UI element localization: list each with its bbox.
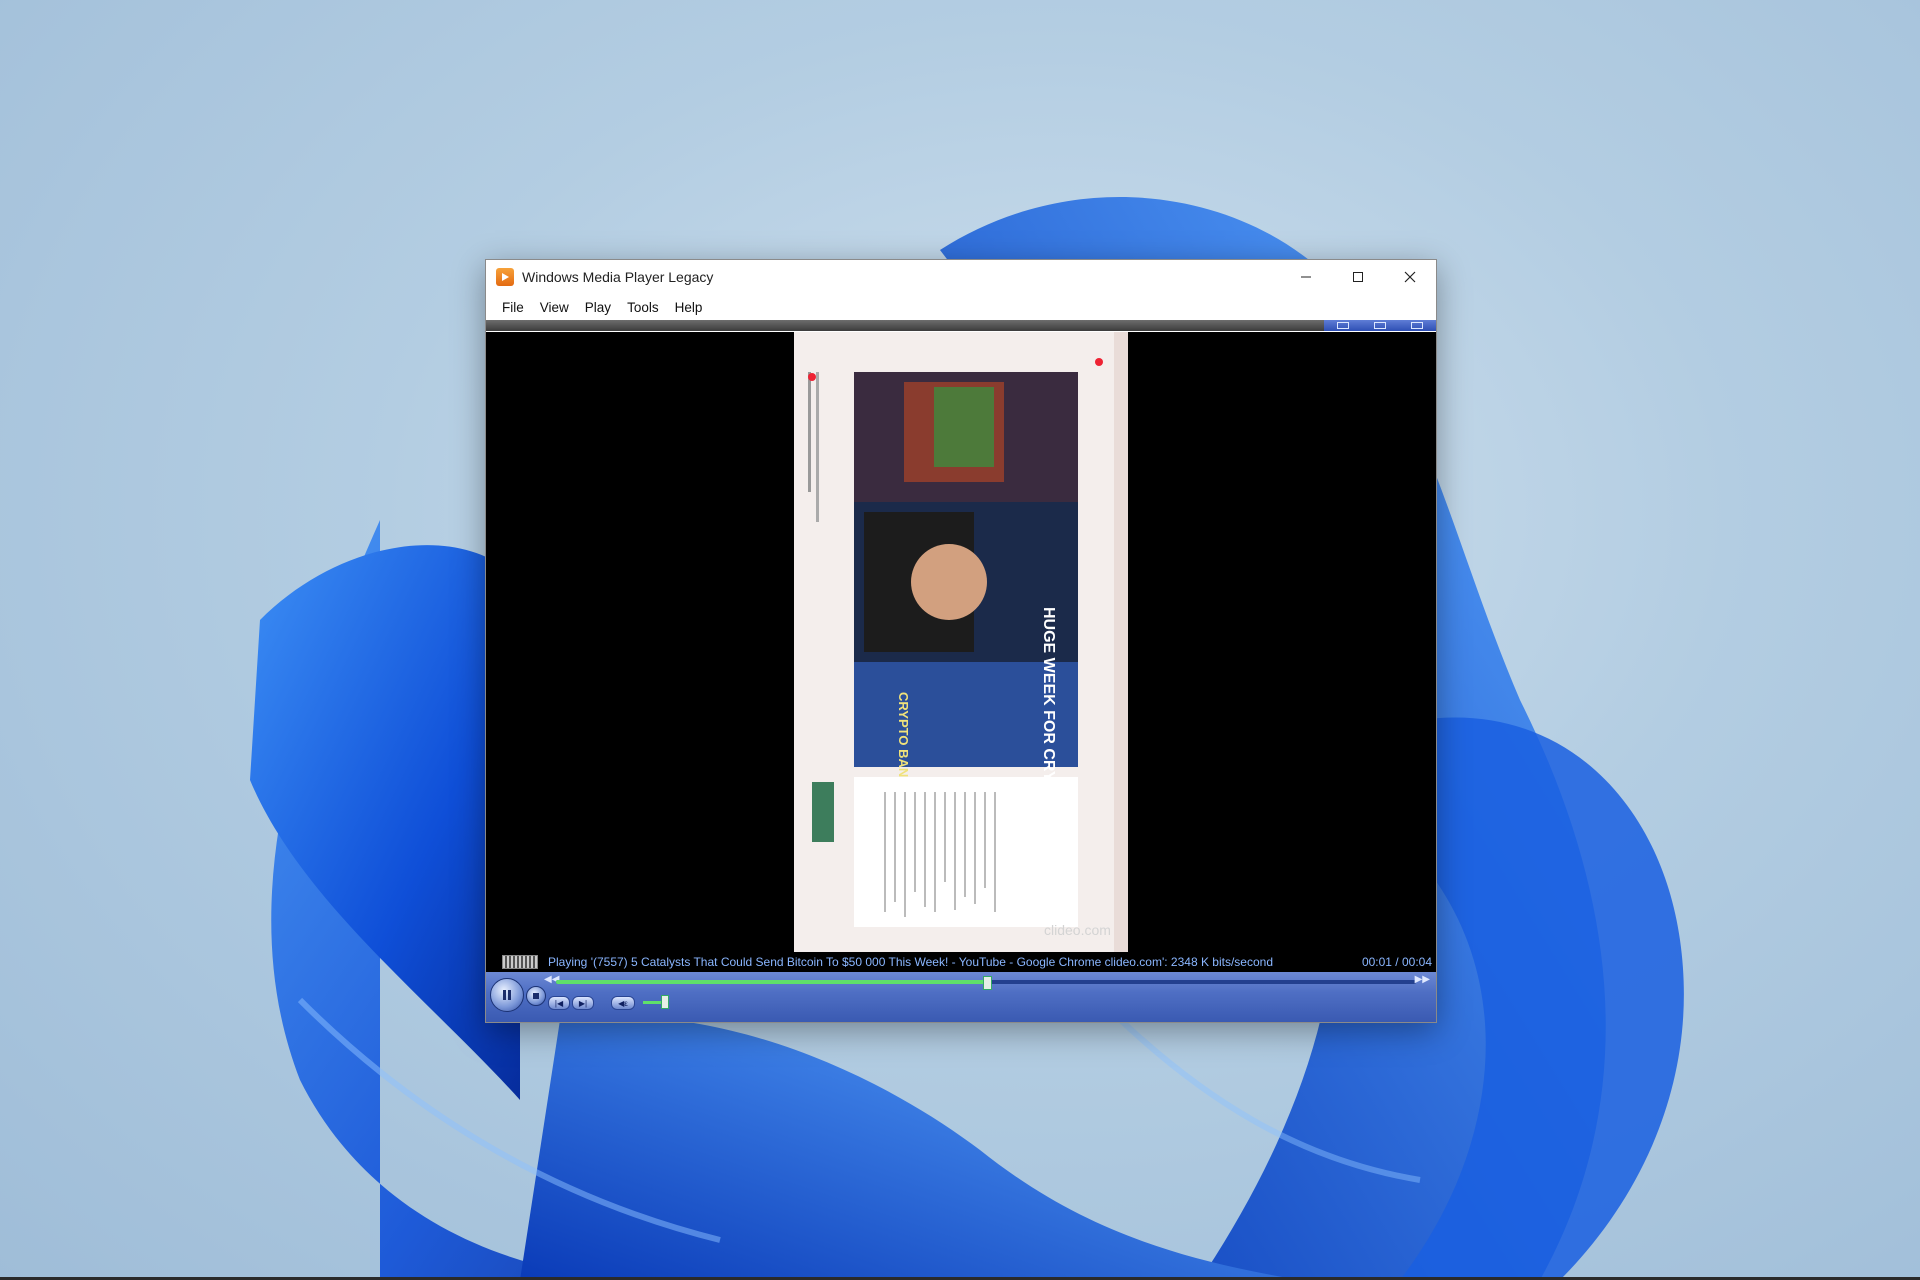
watermark-text: clideo.com bbox=[1044, 922, 1111, 938]
close-icon bbox=[1404, 271, 1416, 283]
speaker-icon: ◀ε bbox=[618, 998, 628, 1008]
full-mode-button[interactable] bbox=[1411, 322, 1424, 329]
volume-slider-thumb[interactable] bbox=[661, 995, 669, 1009]
fast-forward-icon[interactable]: ▶▶ bbox=[1415, 974, 1430, 985]
maximize-button[interactable] bbox=[1332, 260, 1384, 294]
menu-tools[interactable]: Tools bbox=[619, 300, 667, 315]
pause-button[interactable] bbox=[490, 978, 524, 1012]
next-button[interactable]: ▶| bbox=[572, 996, 594, 1010]
toolbar-strip bbox=[486, 320, 1436, 331]
now-playing-text: Playing '(7557) 5 Catalysts That Could S… bbox=[548, 955, 1273, 969]
compact-mode-button[interactable] bbox=[1336, 322, 1349, 329]
skin-mode-button[interactable] bbox=[1373, 322, 1386, 329]
menu-view[interactable]: View bbox=[532, 300, 577, 315]
next-icon: ▶| bbox=[578, 998, 588, 1008]
video-frame: HUGE WEEK FOR CRYPTO! CRYPTO BANTER clid… bbox=[794, 332, 1128, 952]
previous-button[interactable]: |◀ bbox=[548, 996, 570, 1010]
menu-bar: File View Play Tools Help bbox=[486, 294, 1436, 320]
menu-help[interactable]: Help bbox=[667, 300, 711, 315]
media-player-icon bbox=[496, 268, 514, 286]
mode-buttons bbox=[1324, 320, 1436, 331]
seek-fill bbox=[556, 980, 986, 984]
minimize-button[interactable] bbox=[1280, 260, 1332, 294]
transport-controls: ◀◀ ▶▶ |◀ ▶| ◀ε bbox=[486, 972, 1436, 1022]
stop-button[interactable] bbox=[526, 986, 546, 1006]
seek-thumb[interactable] bbox=[983, 976, 992, 990]
stop-icon bbox=[533, 993, 539, 999]
title-bar[interactable]: Windows Media Player Legacy bbox=[486, 260, 1436, 294]
time-display: 00:01 / 00:04 bbox=[1361, 955, 1432, 969]
volume-fill bbox=[643, 1001, 661, 1004]
menu-play[interactable]: Play bbox=[577, 300, 619, 315]
mute-button[interactable]: ◀ε bbox=[611, 996, 635, 1010]
status-bar: Playing '(7557) 5 Catalysts That Could S… bbox=[486, 952, 1436, 972]
seek-bar[interactable] bbox=[556, 976, 1416, 990]
pause-icon bbox=[503, 990, 511, 1000]
window-title: Windows Media Player Legacy bbox=[522, 269, 714, 285]
menu-file[interactable]: File bbox=[494, 300, 532, 315]
previous-icon: |◀ bbox=[554, 998, 564, 1008]
video-content: HUGE WEEK FOR CRYPTO! CRYPTO BANTER clid… bbox=[794, 332, 1128, 952]
minimize-icon bbox=[1301, 276, 1311, 278]
video-area[interactable]: HUGE WEEK FOR CRYPTO! CRYPTO BANTER clid… bbox=[486, 332, 1436, 952]
maximize-icon bbox=[1353, 272, 1363, 282]
media-player-window: Windows Media Player Legacy File View Pl… bbox=[485, 259, 1437, 1023]
visualization-indicator bbox=[502, 955, 538, 969]
close-button[interactable] bbox=[1384, 260, 1436, 294]
